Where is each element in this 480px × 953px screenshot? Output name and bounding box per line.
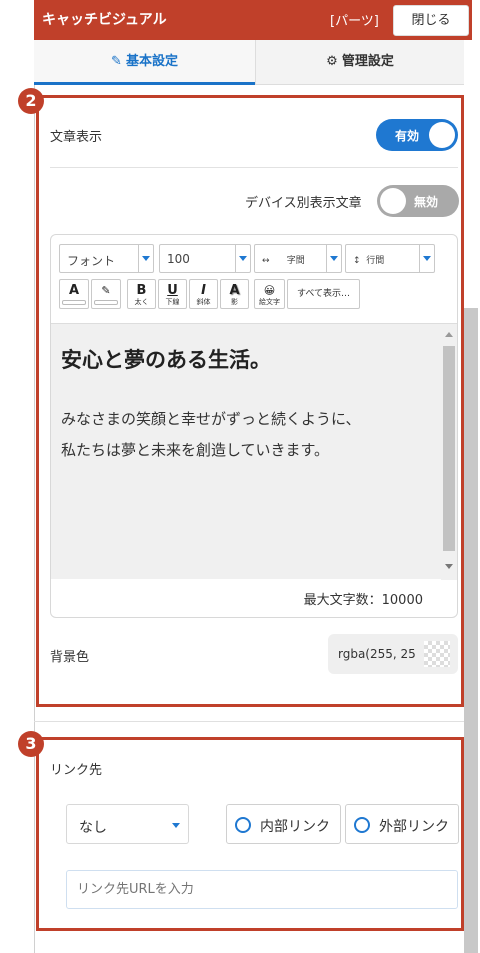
line-height-select[interactable]: ↕ 行間 xyxy=(345,244,435,273)
link-target-label: リンク先 xyxy=(50,763,103,778)
tab-bar: ✎ 基本設定 ⚙ 管理設定 xyxy=(34,40,464,85)
highlighter-icon: ✎ xyxy=(101,284,111,297)
underline-icon: U xyxy=(167,283,178,298)
editor-text-area[interactable]: 安心と夢のある生活。 みなさまの笑顔と幸せがずっと続くように、 私たちは夢と未来… xyxy=(51,323,457,580)
toggle-knob xyxy=(380,188,406,214)
transparency-swatch xyxy=(424,641,450,667)
line-height-value: ↕ 行間 xyxy=(353,256,385,266)
external-link-radio[interactable]: 外部リンク xyxy=(345,804,459,844)
parts-tag: [パーツ] xyxy=(330,14,379,29)
rich-text-editor: フォント 100 ↔ 字間 ↕ 行間 A ✎ B 太く U 下線 I 斜体 A … xyxy=(50,234,458,618)
link-url-input[interactable] xyxy=(66,870,458,909)
text-color-button[interactable]: A xyxy=(59,279,89,309)
tab-manage-label: 管理設定 xyxy=(341,54,394,69)
shadow-label: 影 xyxy=(231,298,238,306)
bold-icon: B xyxy=(136,283,147,298)
bold-button[interactable]: B 太く xyxy=(127,279,156,309)
scroll-down-icon[interactable] xyxy=(445,564,453,569)
link-type-value: なし xyxy=(79,820,107,836)
italic-label: 斜体 xyxy=(196,298,211,306)
font-size-select[interactable]: 100 xyxy=(159,244,251,273)
editor-body-line-2: 私たちは夢と未来を創造していきます。 xyxy=(61,441,330,459)
editor-scrollbar[interactable] xyxy=(441,324,457,580)
radio-circle-icon xyxy=(354,817,370,833)
gear-icon: ⚙ xyxy=(326,54,338,69)
background-color-label: 背景色 xyxy=(50,650,90,665)
step-marker-3: 3 xyxy=(18,731,44,757)
letter-spacing-select[interactable]: ↔ 字間 xyxy=(254,244,342,273)
chevron-down-icon xyxy=(138,245,153,272)
editor-body-line-1: みなさまの笑顔と幸せがずっと続くように、 xyxy=(61,410,361,428)
underline-button[interactable]: U 下線 xyxy=(158,279,187,309)
internal-link-radio[interactable]: 内部リンク xyxy=(226,804,341,844)
emoji-icon: 😀 xyxy=(263,284,276,297)
radio-circle-icon xyxy=(235,817,251,833)
panel-title: キャッチビジュアル xyxy=(42,12,167,28)
underline-label: 下線 xyxy=(165,298,180,306)
tab-basic-settings[interactable]: ✎ 基本設定 xyxy=(34,40,255,85)
chevron-down-icon xyxy=(235,245,250,272)
highlight-swatch xyxy=(94,300,118,305)
shadow-button[interactable]: A 影 xyxy=(220,279,249,309)
device-text-label: デバイス別表示文章 xyxy=(245,196,362,211)
font-size-value: 100 xyxy=(167,252,190,266)
editor-heading: 安心と夢のある生活。 xyxy=(61,348,271,372)
step-marker-2: 2 xyxy=(18,88,44,114)
background-color-picker[interactable]: rgba(255, 25 xyxy=(328,634,458,674)
device-text-toggle[interactable]: 無効 xyxy=(377,185,459,217)
tab-basic-label: 基本設定 xyxy=(125,54,178,69)
section-separator xyxy=(34,721,464,722)
toggle-off-label: 無効 xyxy=(414,195,439,209)
text-display-label: 文章表示 xyxy=(50,130,103,145)
tab-management-settings[interactable]: ⚙ 管理設定 xyxy=(255,40,464,85)
toggle-on-label: 有効 xyxy=(395,129,420,143)
emoji-label: 絵文字 xyxy=(259,298,280,306)
show-all-button[interactable]: すべて表示… xyxy=(287,279,360,309)
toggle-knob xyxy=(429,122,455,148)
text-color-swatch xyxy=(62,300,86,305)
letter-spacing-value: ↔ 字間 xyxy=(262,256,305,266)
vertical-arrows-icon: ↕ xyxy=(353,256,361,266)
close-button[interactable]: 閉じる xyxy=(393,5,469,36)
panel-scrollbar-thumb[interactable] xyxy=(464,308,478,953)
edit-icon: ✎ xyxy=(111,54,122,69)
link-type-select[interactable]: なし xyxy=(66,804,189,844)
horizontal-arrows-icon: ↔ xyxy=(262,256,270,266)
font-select[interactable]: フォント xyxy=(59,244,154,273)
bold-label: 太く xyxy=(134,298,149,306)
editor-body: みなさまの笑顔と幸せがずっと続くように、 私たちは夢と未来を創造していきます。 xyxy=(61,404,361,466)
background-color-value: rgba(255, 25 xyxy=(338,647,416,661)
italic-button[interactable]: I 斜体 xyxy=(189,279,218,309)
external-link-label: 外部リンク xyxy=(379,819,449,835)
editor-scroll-thumb[interactable] xyxy=(443,346,455,551)
highlight-button[interactable]: ✎ xyxy=(91,279,121,309)
internal-link-label: 内部リンク xyxy=(260,819,330,835)
text-color-icon: A xyxy=(68,283,80,298)
emoji-button[interactable]: 😀 絵文字 xyxy=(254,279,285,309)
italic-icon: I xyxy=(201,283,206,298)
shadow-icon: A xyxy=(229,283,240,298)
font-select-value: フォント xyxy=(67,254,116,268)
chevron-down-icon xyxy=(419,245,434,272)
divider xyxy=(50,167,458,168)
chevron-down-icon xyxy=(326,245,341,272)
scroll-up-icon[interactable] xyxy=(445,332,453,337)
max-chars-counter: 最大文字数：10000 xyxy=(303,593,423,608)
text-display-toggle[interactable]: 有効 xyxy=(376,119,458,151)
show-all-label: すべて表示… xyxy=(296,289,350,299)
chevron-down-icon xyxy=(172,823,180,828)
